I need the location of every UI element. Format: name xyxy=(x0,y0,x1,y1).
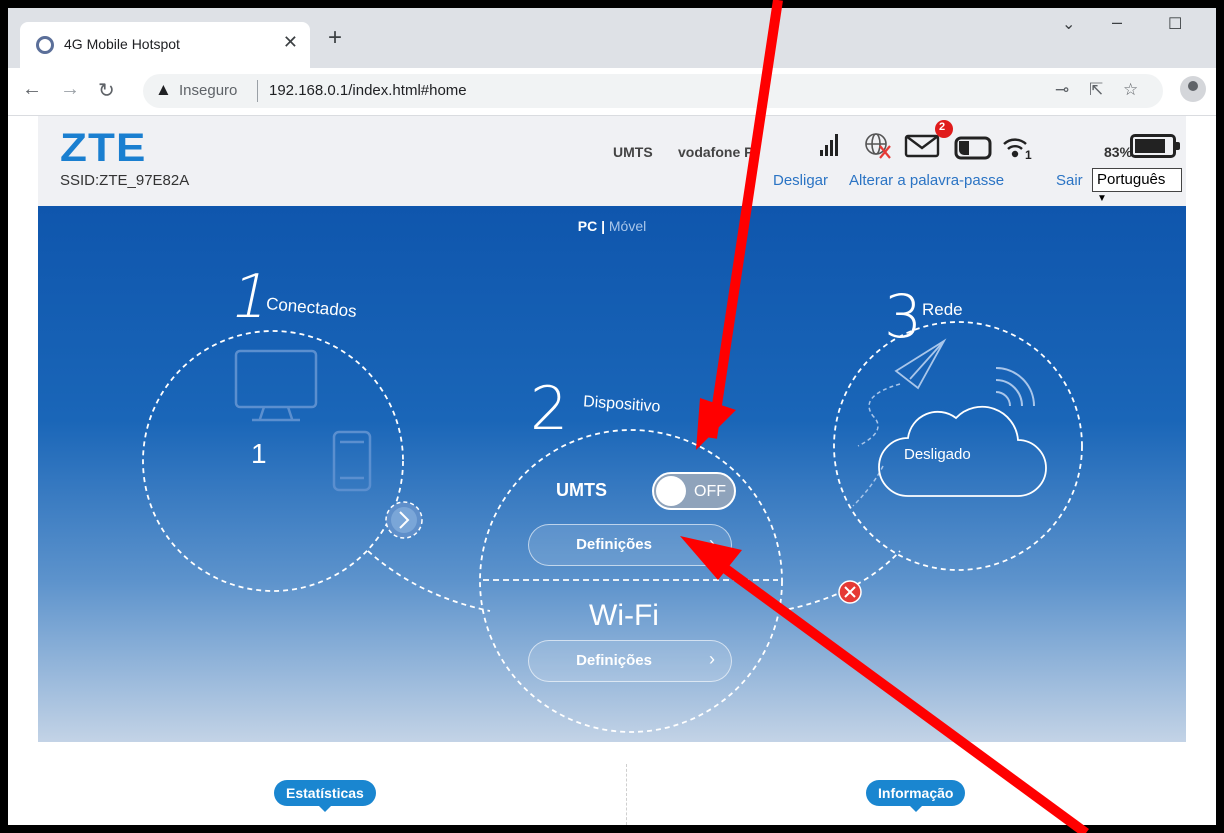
favicon-icon xyxy=(36,36,54,54)
browser-toolbar: ← → ↻ ▲ Inseguro 192.168.0.1/index.html#… xyxy=(8,68,1216,116)
security-label[interactable]: Inseguro xyxy=(179,82,237,99)
battery-percent: 83% xyxy=(1104,144,1133,160)
signal-waves-icon xyxy=(995,367,1035,407)
toggle-state: OFF xyxy=(694,483,726,500)
back-icon[interactable]: ← xyxy=(22,78,42,101)
flight-path xyxy=(852,383,901,507)
language-select[interactable]: Português ▼ xyxy=(1092,168,1182,204)
browser-window: 4G Mobile Hotspot ✕ + ⌄ – ☐ ← → ↻ ▲ Inse… xyxy=(8,8,1216,825)
toggle-knob xyxy=(656,476,686,506)
change-password-link[interactable]: Alterar a palavra-passe xyxy=(849,172,1004,189)
wifi-icon xyxy=(1003,138,1027,158)
umts-toggle[interactable]: OFF xyxy=(652,472,736,510)
tab-close-icon[interactable]: ✕ xyxy=(283,32,298,53)
globe-disconnected-icon xyxy=(865,133,891,159)
message-icon xyxy=(904,120,953,158)
disconnected-error-icon xyxy=(838,580,862,604)
battery-icon xyxy=(1130,134,1180,158)
connected-circle xyxy=(142,330,404,592)
router-page: ZTE SSID:ZTE_97E82A UMTS vodafone P 2 1 … xyxy=(8,116,1216,825)
language-value: Português xyxy=(1097,171,1166,188)
warning-icon[interactable]: ▲ xyxy=(155,80,172,100)
connector-right xyxy=(779,550,901,612)
wifi-client-count: 1 xyxy=(1025,148,1032,162)
forward-icon[interactable]: → xyxy=(60,78,80,101)
connector-left xyxy=(367,550,491,612)
monitor-icon xyxy=(234,349,318,422)
umts-label: UMTS xyxy=(556,480,607,500)
tab-search-icon[interactable]: ⌄ xyxy=(1062,14,1075,34)
device-circle xyxy=(479,429,783,733)
reload-icon[interactable]: ↻ xyxy=(98,78,115,103)
chevron-right-icon: › xyxy=(709,649,715,669)
network-status: Desligado xyxy=(904,446,971,463)
divider xyxy=(257,80,258,102)
network-number: 3 xyxy=(884,282,923,352)
router-header: ZTE SSID:ZTE_97E82A UMTS vodafone P 2 1 … xyxy=(38,116,1186,206)
signal-icon xyxy=(820,134,838,156)
url-text[interactable]: 192.168.0.1/index.html#home xyxy=(269,82,467,99)
info-tab[interactable]: Informação xyxy=(866,780,966,812)
tab-strip: 4G Mobile Hotspot ✕ + ⌄ – ☐ xyxy=(8,8,1216,68)
phone-icon xyxy=(332,430,372,492)
share-icon[interactable]: ⇱ xyxy=(1089,80,1103,100)
section-divider xyxy=(626,764,627,825)
device-number: 2 xyxy=(530,374,569,444)
status-icons xyxy=(820,120,1027,160)
disconnect-link[interactable]: Desligar xyxy=(773,172,828,189)
new-tab-button[interactable]: + xyxy=(328,26,342,50)
battery-fill xyxy=(1135,139,1165,153)
logout-link[interactable]: Sair xyxy=(1056,172,1083,189)
sms-badge: 2 xyxy=(939,121,946,133)
profile-avatar[interactable] xyxy=(1180,76,1206,102)
key-icon[interactable]: ⊸ xyxy=(1055,80,1069,100)
device-card-icon xyxy=(954,136,992,160)
bookmark-star-icon[interactable]: ☆ xyxy=(1123,80,1138,100)
wifi-label: Wi-Fi xyxy=(589,599,659,632)
address-bar[interactable]: ▲ Inseguro 192.168.0.1/index.html#home ⊸… xyxy=(143,74,1163,108)
maximize-icon[interactable]: ☐ xyxy=(1168,14,1182,34)
stats-tab[interactable]: Estatísticas xyxy=(274,780,376,812)
dashboard-hero: PC | Móvel 1 Conectados 1 2 Dispositivo … xyxy=(38,206,1186,742)
umts-settings-label: Definições xyxy=(576,536,652,553)
chevron-down-icon: ▼ xyxy=(1097,193,1107,204)
tab-title: 4G Mobile Hotspot xyxy=(64,36,180,52)
connected-count: 1 xyxy=(251,438,267,469)
connected-arrow-button[interactable] xyxy=(385,501,423,539)
wifi-settings-button[interactable]: Definições › xyxy=(528,640,732,682)
umts-settings-button[interactable]: Definições › xyxy=(528,524,732,566)
wifi-settings-label: Definições xyxy=(576,652,652,669)
chevron-right-icon: › xyxy=(709,533,715,553)
browser-tab[interactable]: 4G Mobile Hotspot ✕ xyxy=(20,22,310,68)
network-title: Rede xyxy=(922,300,963,319)
minimize-icon[interactable]: – xyxy=(1112,12,1122,33)
